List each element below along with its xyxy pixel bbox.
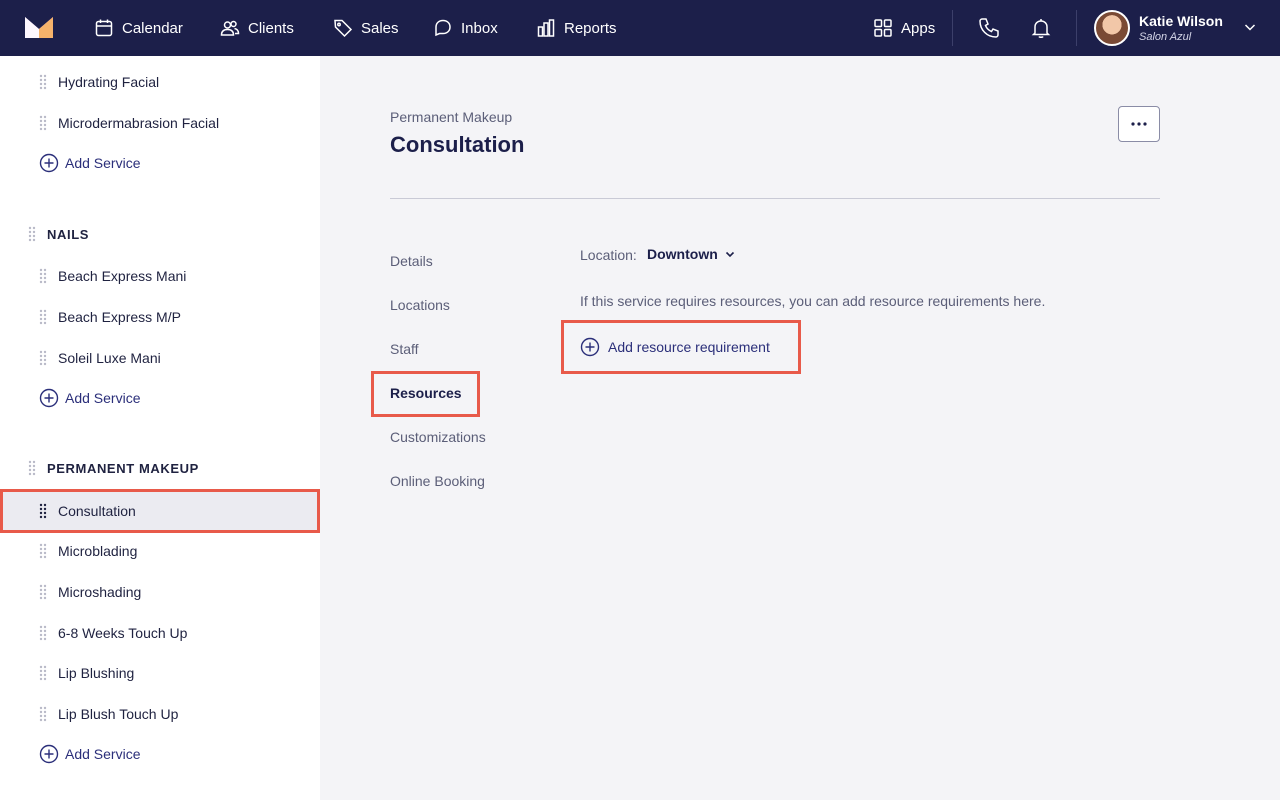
service-item-label: Lip Blushing — [58, 665, 135, 681]
category-header-permanent-makeup[interactable]: PERMANENT MAKEUP — [28, 458, 199, 478]
service-item[interactable]: Lip Blushing — [0, 653, 320, 693]
grid-icon — [874, 19, 892, 37]
location-value: Downtown — [647, 246, 718, 262]
drag-handle-icon[interactable] — [39, 584, 47, 600]
service-item-label: Lip Blush Touch Up — [58, 706, 179, 722]
header-divider — [390, 198, 1160, 199]
service-item-label: Beach Express M/P — [58, 309, 181, 325]
location-select[interactable]: Downtown — [647, 246, 736, 262]
service-item[interactable]: Microshading — [0, 572, 320, 612]
service-item-label: Soleil Luxe Mani — [58, 350, 161, 366]
bell-icon[interactable] — [1029, 16, 1053, 40]
drag-handle-icon[interactable] — [39, 706, 47, 722]
drag-handle-icon[interactable] — [28, 226, 36, 242]
nav-reports-label: Reports — [564, 19, 617, 37]
service-item-label: Microshading — [58, 584, 142, 600]
breadcrumb[interactable]: Permanent Makeup — [390, 109, 512, 125]
category-header-nails[interactable]: NAILS — [28, 224, 89, 244]
service-item-label: Beach Express Mani — [58, 268, 187, 284]
service-item[interactable]: Hydrating Facial — [0, 62, 320, 102]
plus-circle-icon — [39, 744, 59, 764]
service-item[interactable]: Soleil Luxe Mani — [0, 338, 320, 378]
chevron-down-icon — [725, 251, 734, 258]
service-item-label: Hydrating Facial — [58, 74, 160, 90]
category-header-label: NAILS — [47, 226, 89, 242]
add-service-label: Add Service — [65, 390, 141, 406]
service-item[interactable]: 6-8 Weeks Touch Up — [0, 613, 320, 653]
location-label: Location: — [580, 247, 637, 263]
drag-handle-icon[interactable] — [28, 460, 36, 476]
top-navbar: Calendar Clients Sales Inbox Reports App… — [0, 0, 1280, 56]
service-item[interactable]: Microblading — [0, 531, 320, 571]
plus-circle-icon — [580, 337, 600, 357]
drag-handle-icon[interactable] — [39, 74, 47, 90]
add-resource-requirement-button[interactable]: Add resource requirement — [561, 320, 801, 374]
service-item[interactable]: Beach Express M/P — [0, 297, 320, 337]
tab-highlight-box — [371, 371, 480, 417]
bar-chart-icon — [537, 19, 555, 37]
add-service-button[interactable]: Add Service — [39, 386, 140, 410]
drag-handle-icon[interactable] — [39, 309, 47, 325]
resources-info-text: If this service requires resources, you … — [580, 293, 1046, 309]
nav-inbox-label: Inbox — [461, 19, 498, 37]
add-service-label: Add Service — [65, 155, 141, 171]
tab-online-booking[interactable]: Online Booking — [390, 473, 485, 489]
drag-handle-icon[interactable] — [39, 268, 47, 284]
nav-sales[interactable]: Sales — [333, 0, 399, 56]
nav-clients-label: Clients — [248, 19, 294, 37]
nav-reports[interactable]: Reports — [536, 0, 617, 56]
plus-circle-icon — [39, 388, 59, 408]
drag-handle-icon[interactable] — [39, 665, 47, 681]
tab-details[interactable]: Details — [390, 253, 433, 269]
add-resource-requirement-label: Add resource requirement — [608, 339, 770, 355]
users-icon — [220, 20, 240, 36]
phone-icon[interactable] — [977, 16, 1001, 40]
nav-inbox[interactable]: Inbox — [433, 0, 498, 56]
drag-handle-icon[interactable] — [39, 350, 47, 366]
chat-icon — [435, 19, 451, 37]
nav-divider — [1076, 10, 1077, 46]
nav-divider — [952, 10, 953, 46]
nav-calendar[interactable]: Calendar — [94, 0, 183, 56]
service-item-label: Microdermabrasion Facial — [58, 115, 220, 131]
nav-sales-label: Sales — [361, 19, 399, 37]
service-item-label: Consultation — [58, 503, 136, 519]
add-service-label: Add Service — [65, 746, 141, 762]
tab-locations[interactable]: Locations — [390, 297, 450, 313]
nav-calendar-label: Calendar — [122, 19, 183, 37]
service-item-label: Microblading — [58, 543, 138, 559]
tab-customizations[interactable]: Customizations — [390, 429, 486, 445]
plus-circle-icon — [39, 153, 59, 173]
nav-apps[interactable]: Apps — [873, 0, 935, 56]
service-item[interactable]: Lip Blush Touch Up — [0, 694, 320, 734]
drag-handle-icon[interactable] — [39, 115, 47, 131]
page-title: Consultation — [390, 132, 525, 157]
chevron-down-icon[interactable] — [1243, 20, 1257, 34]
logo-icon[interactable] — [25, 17, 53, 38]
calendar-icon — [95, 19, 113, 37]
services-sidebar: Hydrating Facial Microdermabrasion Facia… — [0, 56, 320, 800]
more-options-button[interactable] — [1118, 106, 1160, 142]
ellipsis-icon — [1131, 122, 1147, 126]
drag-handle-icon[interactable] — [39, 625, 47, 641]
add-service-button[interactable]: Add Service — [39, 742, 140, 766]
add-service-button[interactable]: Add Service — [39, 151, 140, 175]
nav-clients[interactable]: Clients — [220, 0, 294, 56]
category-header-label: PERMANENT MAKEUP — [47, 460, 199, 476]
service-item-label: 6-8 Weeks Touch Up — [58, 625, 188, 641]
service-item-consultation[interactable]: Consultation — [0, 489, 320, 533]
drag-handle-icon[interactable] — [39, 503, 47, 519]
tag-icon — [334, 19, 353, 38]
tab-staff[interactable]: Staff — [390, 341, 419, 357]
service-item[interactable]: Beach Express Mani — [0, 256, 320, 296]
user-name: Katie Wilson — [1139, 13, 1223, 29]
service-item[interactable]: Microdermabrasion Facial — [0, 103, 320, 143]
avatar[interactable] — [1094, 10, 1130, 46]
nav-apps-label: Apps — [901, 19, 936, 37]
business-name: Salon Azul — [1139, 31, 1192, 43]
drag-handle-icon[interactable] — [39, 543, 47, 559]
